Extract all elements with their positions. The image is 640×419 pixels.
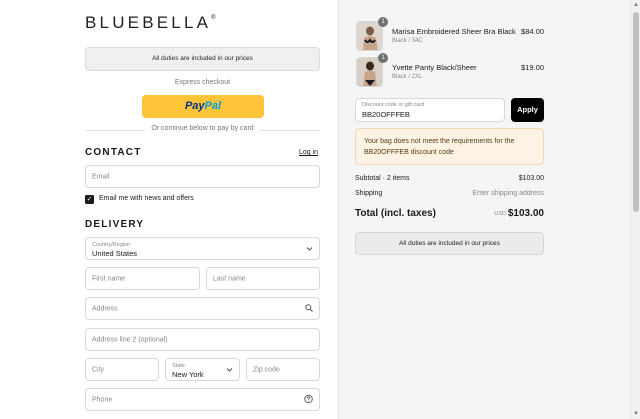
total-label: Total (incl. taxes) — [355, 208, 436, 219]
shipping-row: Shipping Enter shipping address — [355, 190, 544, 197]
first-name-field[interactable]: First name — [85, 267, 200, 290]
country-select[interactable]: Country/Region United States — [85, 237, 320, 260]
state-select[interactable]: State New York — [165, 358, 240, 381]
express-checkout-label: Express checkout — [174, 79, 231, 86]
quantity-badge: 1 — [378, 53, 388, 63]
currency-code: USD — [494, 211, 506, 217]
checkmark-icon: ✓ — [86, 196, 93, 203]
brand-logo[interactable]: BLUEBELLA® — [85, 13, 216, 33]
discount-code-input[interactable]: Discount code or gift card BB20OFFFEB — [355, 98, 505, 122]
city-placeholder: City — [92, 366, 105, 373]
subtotal-row: Subtotal · 2 items $103.00 — [355, 175, 544, 182]
last-name-placeholder: Last name — [213, 275, 246, 282]
product-name: Yvette Panty Black/Sheer — [392, 63, 477, 72]
city-field[interactable]: City — [85, 358, 159, 381]
product-price: $19.00 — [521, 63, 544, 72]
newsletter-checkbox[interactable]: ✓ — [85, 195, 94, 204]
total-value: $103.00 — [507, 208, 544, 219]
subtotal-value: $103.00 — [518, 175, 544, 182]
discount-code-value: BB20OFFFEB — [362, 110, 410, 119]
phone-field[interactable]: Phone — [85, 388, 320, 411]
address-line-2-field[interactable]: Address line 2 (optional) — [85, 328, 320, 351]
product-variant: Black / 34C — [392, 38, 423, 44]
email-placeholder: Email — [92, 173, 110, 180]
shipping-value: Enter shipping address — [472, 190, 544, 197]
address-field[interactable]: Address — [85, 297, 320, 320]
country-label: Country/Region — [92, 242, 131, 248]
cart-item: 1 Yvette Panty Black/Sheer Black / 2XL $… — [356, 53, 546, 87]
apply-discount-button[interactable]: Apply — [511, 98, 544, 122]
paypal-logo-pal: Pal — [204, 100, 222, 112]
quantity-badge: 1 — [378, 17, 388, 27]
address-line-2-placeholder: Address line 2 (optional) — [92, 336, 168, 343]
subtotal-label: Subtotal · 2 items — [355, 175, 410, 182]
phone-placeholder: Phone — [92, 396, 113, 403]
email-field[interactable]: Email — [85, 165, 320, 188]
shipping-label: Shipping — [355, 190, 383, 197]
login-link[interactable]: Log in — [299, 149, 318, 156]
or-divider: Or continue below to pay by card — [85, 125, 320, 135]
paypal-button[interactable]: PayPal — [142, 95, 264, 118]
discount-warning-message: Your bag does not meet the requirements … — [355, 128, 544, 165]
summary-duties-notice: All duties are included in our prices — [355, 232, 544, 255]
product-variant: Black / 2XL — [392, 74, 423, 80]
scrollbar-thumb[interactable] — [633, 12, 639, 212]
zip-code-field[interactable]: Zip code — [246, 358, 320, 381]
checkout-form-panel: BLUEBELLA® All duties are included in ou… — [0, 0, 338, 419]
page-scrollbar[interactable]: ▲ ▼ — [630, 0, 640, 419]
zip-code-placeholder: Zip code — [253, 366, 280, 373]
delivery-heading: DELIVERY — [85, 219, 145, 230]
cart-item: 1 Marisa Embroidered Sheer Bra Black Bla… — [356, 17, 546, 51]
product-name: Marisa Embroidered Sheer Bra Black — [392, 27, 516, 36]
trademark-mark: ® — [211, 15, 216, 21]
search-icon — [305, 303, 313, 314]
duties-notice-banner: All duties are included in our prices — [85, 47, 320, 71]
discount-code-label: Discount code or gift card — [362, 102, 425, 108]
help-circle-icon[interactable] — [304, 394, 313, 405]
chevron-down-icon — [226, 365, 233, 374]
paypal-logo-pay: Pay — [184, 100, 205, 112]
or-divider-text: Or continue below to pay by card — [151, 125, 254, 132]
newsletter-label: Email me with news and offers — [99, 195, 194, 202]
contact-heading: CONTACT — [85, 147, 142, 158]
country-value: United States — [92, 249, 138, 258]
last-name-field[interactable]: Last name — [206, 267, 320, 290]
product-price: $84.00 — [521, 27, 544, 36]
state-label: State — [172, 363, 185, 369]
brand-name: BLUEBELLA — [85, 13, 212, 32]
scroll-up-arrow-icon[interactable]: ▲ — [631, 0, 640, 10]
state-value: New York — [172, 370, 204, 379]
first-name-placeholder: First name — [92, 275, 126, 282]
address-placeholder: Address — [92, 305, 118, 312]
scroll-down-arrow-icon[interactable]: ▼ — [631, 409, 640, 419]
chevron-down-icon — [306, 244, 313, 253]
